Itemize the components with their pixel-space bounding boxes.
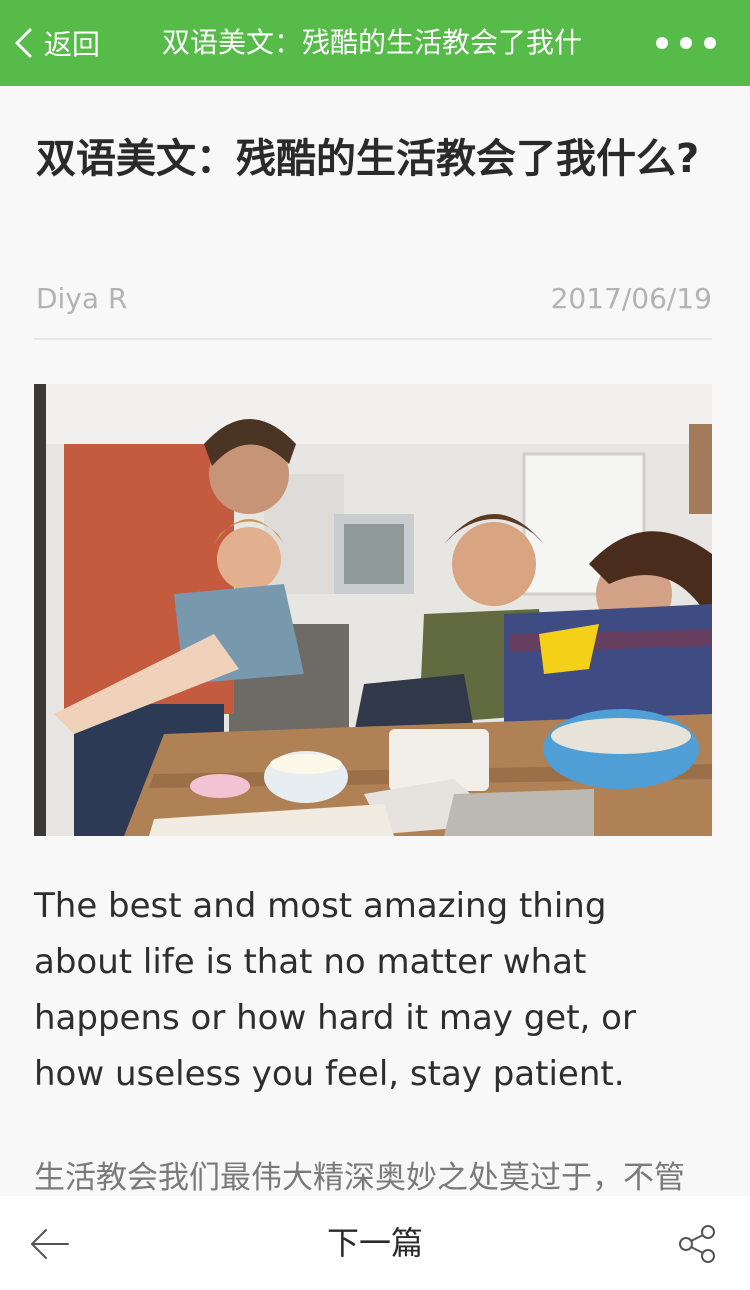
back-label: 返回	[44, 28, 101, 61]
article-hero-image[interactable]	[34, 384, 712, 836]
article-author[interactable]: Diya R	[36, 282, 127, 315]
share-icon	[679, 1225, 715, 1263]
arrow-left-icon	[31, 1229, 69, 1259]
more-button[interactable]	[656, 0, 716, 86]
more-dot-icon	[680, 37, 692, 49]
bottom-bar: 下一篇	[0, 1196, 750, 1290]
top-navbar: 返回 双语美文：残酷的生活教会了我什	[0, 0, 750, 86]
next-article-button[interactable]: 下一篇	[327, 1224, 423, 1262]
article-paragraph-zh: 生活教会我们最伟大精深奥妙之处莫过于，不管	[34, 1160, 685, 1196]
nav-title: 双语美文：残酷的生活教会了我什	[162, 26, 583, 59]
share-button[interactable]	[678, 1224, 718, 1268]
more-dot-icon	[656, 37, 668, 49]
chevron-left-icon	[15, 28, 32, 58]
back-button[interactable]: 返回	[10, 0, 100, 86]
bottom-back-button[interactable]	[28, 1224, 72, 1268]
next-article-container: 下一篇	[0, 1196, 750, 1290]
article-paragraph-en: The best and most amazing thing about li…	[34, 886, 636, 1094]
more-dot-icon	[704, 37, 716, 49]
article-title: 双语美文：残酷的生活教会了我什么?	[36, 136, 700, 182]
article-content[interactable]: 双语美文：残酷的生活教会了我什么? Diya R 2017/06/19 The …	[0, 86, 750, 1196]
article-date: 2017/06/19	[550, 282, 712, 315]
divider	[34, 338, 712, 340]
